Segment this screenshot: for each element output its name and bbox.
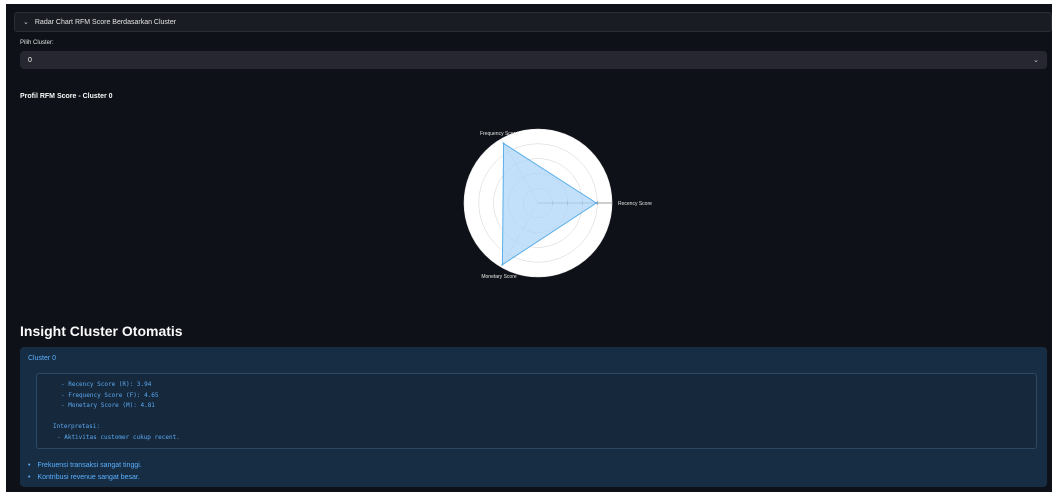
bullet-dot-icon: • [28,461,31,469]
insight-heading: Insight Cluster Otomatis [20,323,183,339]
expander-title: Radar Chart RFM Score Berdasarkan Cluste… [34,18,177,26]
cluster-select-value: 0 [28,56,32,64]
radar-axis-label: Monetary Score [481,274,517,280]
code-line: Interpretasi: [53,423,100,430]
code-line: - Frequency Score (F): 4.65 [61,391,159,399]
insight-bullets: • Frekuensi transaksi sangat tinggi. • Kont… [28,459,142,483]
chevron-down-icon: ⌄ [23,19,29,26]
chevron-down-icon: ⌄ [1033,57,1039,64]
insight-code-block: - Recency Score (R): 3.94 - Frequency Sco… [36,373,1037,449]
radar-data-point [595,202,598,204]
insight-bullet-text: Frekuensi transaksi sangat tinggi. [37,461,142,469]
radar-chart: Recency Score Frequency Score Monetary Sco… [463,128,652,280]
code-line: - Aktivitas customer cukup recent. [57,433,180,441]
insight-bullet-item: • Kontribusi revenue sangat besar. [28,471,142,483]
radar-expander-header[interactable]: ⌄ Radar Chart RFM Score Berdasarkan Clus… [14,12,1052,32]
code-line: - Recency Score (R): 3.94 [61,381,152,388]
select-label: Pilih Cluster: [20,40,54,46]
bullet-dot-icon: • [28,473,31,481]
insight-bullet-item: • Frekuensi transaksi sangat tinggi. [28,459,142,471]
cluster-select[interactable]: 0 ⌄ [20,51,1047,69]
code-line: - Monetary Score (M): 4.81 [61,402,155,409]
radar-data-point [502,142,505,145]
radar-data-point [501,263,504,266]
insight-box: Cluster 0 - Recency Score (R): 3.94 - Fre… [20,347,1047,487]
chart-title: Profil RFM Score - Cluster 0 [20,93,113,100]
radar-axis-label: Recency Score [618,201,652,207]
app-container: ⌄ Radar Chart RFM Score Berdasarkan Clus… [6,4,1052,492]
insight-bullet-text: Kontribusi revenue sangat besar. [37,473,140,481]
radar-axis-label: Frequency Score [480,131,518,137]
insight-cluster-title: Cluster 0 [28,355,57,362]
